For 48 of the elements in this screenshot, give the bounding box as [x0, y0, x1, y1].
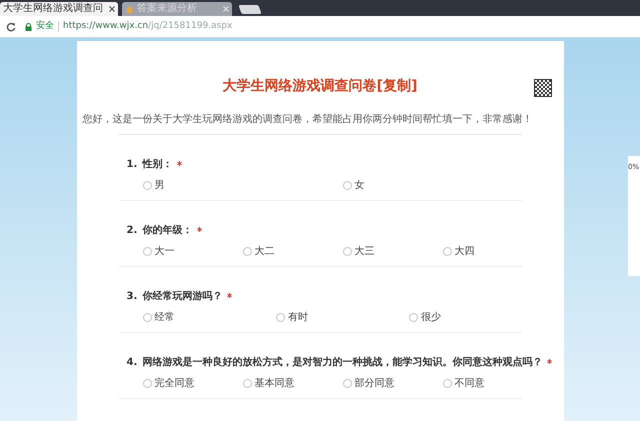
house-icon	[125, 4, 134, 14]
radio-button[interactable]	[442, 379, 452, 388]
question-text: 网络游戏是一种良好的放松方式，是对智力的一种挑战，能学习知识。你同意这种观点吗？	[142, 355, 542, 370]
new-tab-button[interactable]	[238, 5, 262, 14]
question-number: 3.	[126, 290, 138, 304]
question-text: 你的年级：	[142, 224, 192, 238]
option-label: 很少	[421, 310, 442, 325]
option-label: 大一	[154, 244, 174, 259]
radio-button[interactable]	[242, 379, 252, 388]
qr-code-icon	[534, 79, 552, 97]
radio-button[interactable]	[142, 313, 152, 322]
survey-intro: 您好，这是一份关于大学生玩网络游戏的调查问卷，希望能占用你两分钟时间帮忙填一下，非常感谢！	[82, 113, 534, 126]
radio-button[interactable]	[242, 247, 252, 256]
lock-icon	[25, 22, 32, 30]
option-label: 经常	[154, 310, 174, 325]
tab-title: 答案来源分析	[137, 4, 198, 14]
radio-button[interactable]	[342, 247, 352, 256]
question-text: 性别：	[142, 158, 172, 172]
option-label: 部分同意	[354, 376, 394, 391]
option-label: 大三	[354, 244, 374, 259]
radio-button[interactable]	[142, 379, 152, 388]
radio-button[interactable]	[342, 181, 352, 190]
radio-button[interactable]	[142, 181, 152, 190]
option-label: 男	[154, 179, 164, 193]
radio-button[interactable]	[142, 247, 152, 256]
close-icon[interactable]	[109, 6, 115, 12]
url-host: https://www.wjx.cn	[63, 20, 148, 33]
url-path: /jq/21581199.aspx	[148, 20, 232, 33]
option-label: 基本同意	[254, 376, 294, 391]
option-label: 大二	[254, 244, 274, 259]
option-label: 完全同意	[154, 376, 194, 391]
question-text: 你经常玩网游吗？	[142, 290, 222, 304]
question-number: 2.	[126, 224, 138, 238]
option-label: 有时	[288, 310, 308, 325]
question-number: 1.	[126, 158, 138, 172]
reload-icon[interactable]	[6, 22, 16, 32]
option-label: 不同意	[454, 376, 484, 391]
question-number: 4.	[126, 356, 138, 370]
radio-button[interactable]	[442, 247, 452, 256]
radio-button[interactable]	[342, 379, 352, 388]
browser-tab[interactable]: 大学生网络游戏调查问	[0, 2, 118, 16]
security-label: 安全	[36, 20, 54, 33]
radio-button[interactable]	[409, 313, 418, 322]
option-label: 女	[354, 179, 364, 193]
survey-title: 大学生网络游戏调查问卷[复制]	[222, 79, 418, 93]
tab-title: 大学生网络游戏调查问	[3, 4, 104, 14]
radio-button[interactable]	[276, 313, 285, 322]
option-label: 大四	[454, 244, 474, 259]
